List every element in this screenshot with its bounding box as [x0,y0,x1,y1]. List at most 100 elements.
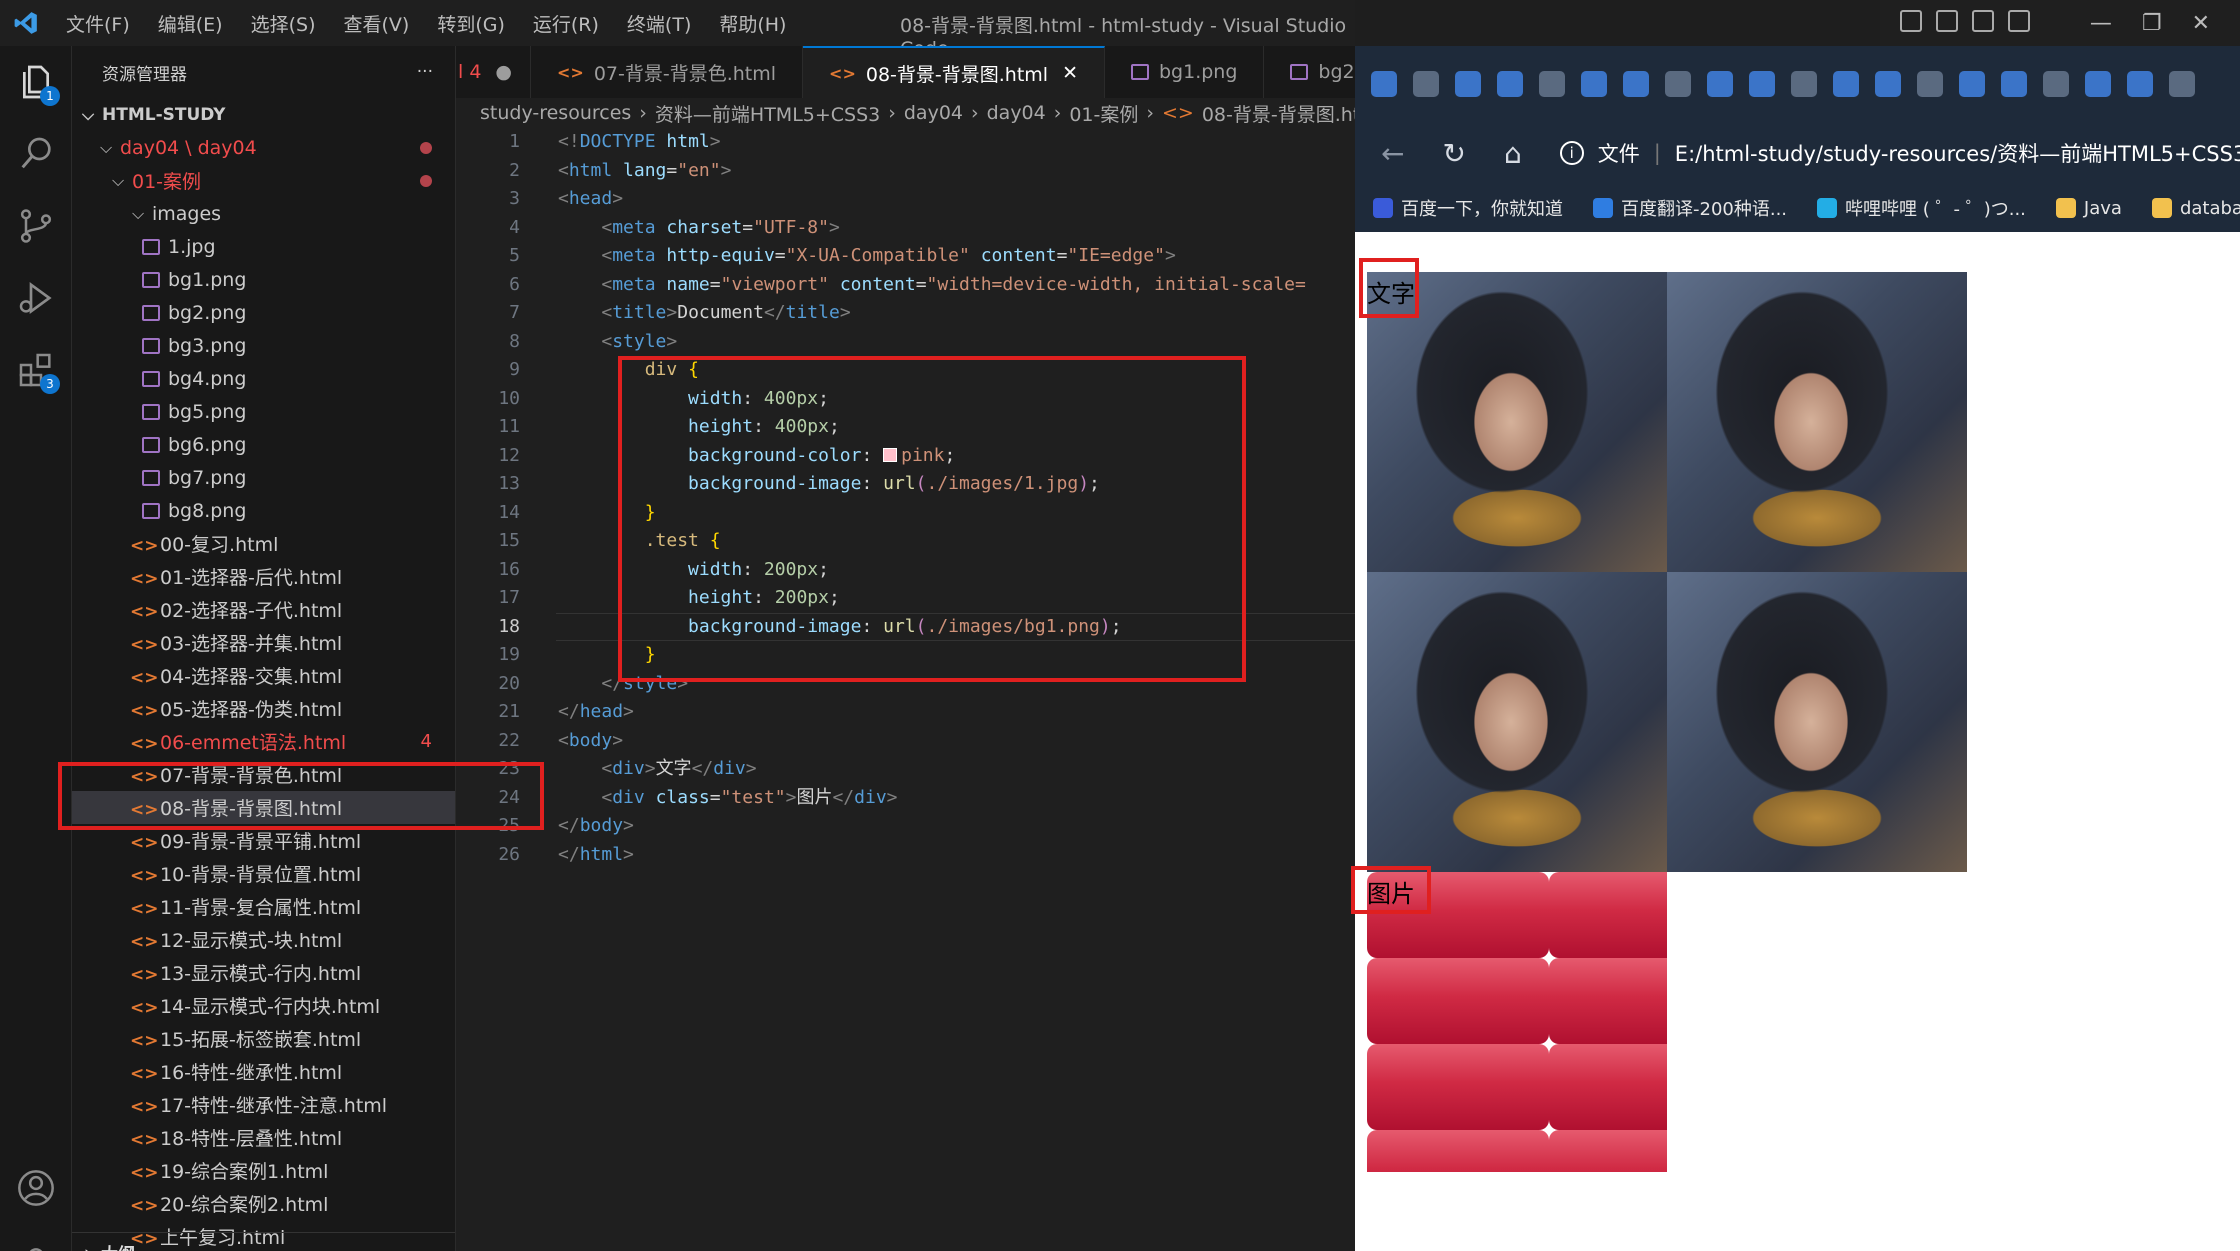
image-file-item[interactable]: bg3.png [72,329,455,362]
image-file-item[interactable]: bg5.png [72,395,455,428]
html-file-item[interactable]: <> 17-特性-继承性-注意.html [72,1088,455,1121]
menu-terminal[interactable]: 终端(T) [613,10,705,37]
bookmark-baidu[interactable]: 百度一下，你就知道 [1373,195,1563,221]
minimize-icon[interactable]: — [2090,11,2112,36]
html-file-item[interactable]: <> 15-拓展-标签嵌套.html [72,1022,455,1055]
tab-bg2[interactable]: bg2.png [1264,46,1356,98]
browser-tab-favicon-icon[interactable] [1833,71,1859,97]
menu-help[interactable]: 帮助(H) [705,10,800,37]
menu-selection[interactable]: 选择(S) [237,10,330,37]
browser-tab-favicon-icon[interactable] [2169,71,2195,97]
more-actions-icon[interactable]: ··· [417,62,433,82]
menu-go[interactable]: 转到(G) [423,10,519,37]
browser-tab-favicon-icon[interactable] [1791,71,1817,97]
html-file-item[interactable]: <> 19-综合案例1.html [72,1154,455,1187]
code-line[interactable]: 5 <meta http-equiv="X-UA-Compatible" con… [456,242,1356,270]
html-file-item[interactable]: <> 16-特性-继承性.html [72,1055,455,1088]
browser-tab-favicon-icon[interactable] [1959,71,1985,97]
back-arrow-icon[interactable]: ← [1381,137,1404,170]
image-file-item[interactable]: bg4.png [72,362,455,395]
browser-tab-favicon-icon[interactable] [1371,71,1397,97]
bookmark-bilibili[interactable]: 哔哩哔哩 ( ゜- ゜)つ... [1817,195,2026,221]
browser-tab-favicon-icon[interactable] [1875,71,1901,97]
tab-truncated[interactable]: l 4 ● [456,46,532,98]
menu-file[interactable]: 文件(F) [52,10,144,37]
browser-tab-favicon-icon[interactable] [1707,71,1733,97]
image-file-item[interactable]: bg8.png [72,494,455,527]
image-file-item[interactable]: bg7.png [72,461,455,494]
account-icon[interactable] [16,1168,56,1208]
browser-tab-favicon-icon[interactable] [2001,71,2027,97]
run-debug-icon[interactable] [16,278,56,318]
browser-tab-favicon-icon[interactable] [2085,71,2111,97]
menu-view[interactable]: 查看(V) [330,10,424,37]
code-line[interactable]: 6 <meta name="viewport" content="width=d… [456,271,1356,299]
browser-tab-favicon-icon[interactable] [1581,71,1607,97]
code-line[interactable]: 7 <title>Document</title> [456,299,1356,327]
address-bar[interactable]: i 文件 | E:/html-study/study-resources/资料—… [1559,138,2240,168]
breadcrumb-item[interactable]: 资料—前端HTML5+CSS3 [655,100,880,127]
code-line[interactable]: 8 <style> [456,328,1356,356]
extensions-icon[interactable]: 3 [16,350,60,394]
html-file-item[interactable]: <> 04-选择器-交集.html [72,659,455,692]
close-tab-icon[interactable]: ✕ [1062,62,1078,84]
browser-tab-favicon-icon[interactable] [1413,71,1439,97]
html-file-item[interactable]: <> 12-显示模式-块.html [72,923,455,956]
code-line[interactable]: 21 </head> [456,698,1356,726]
search-icon[interactable] [16,134,56,174]
browser-tab-favicon-icon[interactable] [1539,71,1565,97]
browser-tab-favicon-icon[interactable] [1917,71,1943,97]
bookmark-baidu-translate[interactable]: 百度翻译-200种语... [1593,195,1787,221]
folder-cases[interactable]: ⌵ 01-案例 [72,164,455,197]
explorer-icon[interactable]: 1 [16,62,60,106]
refresh-icon[interactable]: ↻ [1442,137,1465,170]
image-file-item[interactable]: bg1.png [72,263,455,296]
html-file-item[interactable]: <> 02-选择器-子代.html [72,593,455,626]
home-icon[interactable]: ⌂ [1504,137,1522,170]
image-file-item[interactable]: 1.jpg [72,230,455,263]
customize-layout-icon[interactable] [2008,10,2030,32]
folder-images[interactable]: ⌵ images [72,197,455,230]
code-line[interactable]: 23 <div>文字</div> [456,755,1356,783]
browser-tab-favicon-icon[interactable] [2127,71,2153,97]
html-file-item[interactable]: <> 14-显示模式-行内块.html [72,989,455,1022]
menu-run[interactable]: 运行(R) [519,10,613,37]
outline-section[interactable]: › 大纲 [72,1232,455,1251]
bookmark-database[interactable]: database [2151,198,2240,219]
browser-tab-favicon-icon[interactable] [1665,71,1691,97]
breadcrumb-item[interactable]: 08-背景-背景图.html [1202,100,1356,127]
toggle-panel-icon[interactable] [1936,10,1958,32]
tab-08-bgimage[interactable]: <> 08-背景-背景图.html ✕ [803,46,1105,98]
image-file-item[interactable]: bg6.png [72,428,455,461]
toggle-sidebar-icon[interactable] [1900,10,1922,32]
breadcrumb-item[interactable]: 01-案例 [1069,100,1138,127]
tab-07-bgcolor[interactable]: <> 07-背景-背景色.html [531,46,804,98]
browser-tab-favicon-icon[interactable] [1497,71,1523,97]
toggle-secondary-sidebar-icon[interactable] [1972,10,1994,32]
folder-day04[interactable]: ⌵ day04 \ day04 [72,131,455,164]
html-file-item[interactable]: <> 03-选择器-并集.html [72,626,455,659]
html-file-item[interactable]: <> 06-emmet语法.html 4 [72,725,455,758]
code-line[interactable]: 25 </body> [456,812,1356,840]
browser-tab-favicon-icon[interactable] [2043,71,2069,97]
menu-edit[interactable]: 编辑(E) [144,10,237,37]
breadcrumb-item[interactable]: study-resources [480,102,631,124]
code-line[interactable]: 22 <body> [456,727,1356,755]
html-file-item[interactable]: <> 11-背景-复合属性.html [72,890,455,923]
code-line[interactable]: 3 <head> [456,185,1356,213]
html-file-item[interactable]: <> 20-综合案例2.html [72,1187,455,1220]
html-file-item[interactable]: <> 18-特性-层叠性.html [72,1121,455,1154]
bookmark-java[interactable]: Java [2055,198,2122,219]
html-file-item[interactable]: <> 05-选择器-伪类.html [72,692,455,725]
browser-tab-favicon-icon[interactable] [1455,71,1481,97]
tab-bg1[interactable]: bg1.png [1105,46,1265,98]
breadcrumb-item[interactable]: day04 [904,102,963,124]
restore-icon[interactable]: ❐ [2142,11,2162,36]
image-file-item[interactable]: bg2.png [72,296,455,329]
code-line[interactable]: 2 <html lang="en"> [456,157,1356,185]
html-file-item[interactable]: <> 13-显示模式-行内.html [72,956,455,989]
html-file-item[interactable]: <> 01-选择器-后代.html [72,560,455,593]
workspace-root[interactable]: ⌵ HTML-STUDY [72,98,455,131]
code-line[interactable]: 24 <div class="test">图片</div> [456,784,1356,812]
browser-tab-favicon-icon[interactable] [1749,71,1775,97]
